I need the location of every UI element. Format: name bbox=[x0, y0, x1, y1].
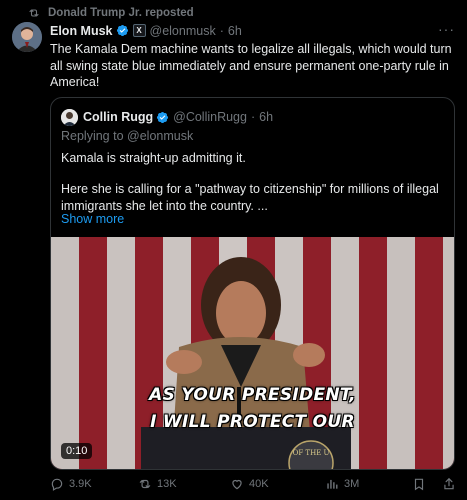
video-frame: OF THE U bbox=[51, 237, 454, 469]
video-duration-badge: 0:10 bbox=[61, 443, 93, 459]
quote-text-paragraph: Here she is calling for a "pathway to ci… bbox=[61, 182, 439, 213]
affiliate-badge[interactable]: X bbox=[132, 24, 146, 37]
like-button[interactable]: 40K bbox=[230, 476, 269, 492]
separator-dot: · bbox=[250, 110, 256, 124]
video-caption-line-2: I WILL PROTECT OUR bbox=[150, 412, 355, 432]
like-count: 40K bbox=[249, 478, 269, 490]
repost-count: 13K bbox=[157, 478, 177, 490]
reply-button[interactable]: 3.9K bbox=[50, 476, 92, 492]
views-chart-icon bbox=[327, 479, 338, 489]
quote-avatar-image bbox=[61, 108, 78, 126]
verified-badge-icon bbox=[157, 111, 169, 123]
tweet-text: The Kamala Dem machine wants to legalize… bbox=[50, 42, 452, 89]
repost-button[interactable]: 13K bbox=[138, 476, 177, 492]
reply-icon bbox=[51, 478, 63, 491]
bookmark-button[interactable] bbox=[412, 476, 431, 492]
video-caption-line-1: AS YOUR PRESIDENT, bbox=[149, 385, 356, 405]
repost-label: Donald Trump Jr. reposted bbox=[48, 7, 194, 19]
views-button[interactable]: 3M bbox=[325, 476, 359, 492]
quote-header: Collin Rugg @CollinRugg · 6h bbox=[61, 108, 273, 126]
more-options-button[interactable]: ··· bbox=[438, 22, 455, 36]
author-name[interactable]: Elon Musk bbox=[50, 24, 113, 38]
tweet-header: Elon Musk X @elonmusk · 6h bbox=[50, 22, 242, 39]
view-count: 3M bbox=[344, 478, 360, 490]
quote-time[interactable]: 6h bbox=[259, 110, 273, 124]
repost-icon bbox=[139, 479, 151, 489]
quoted-tweet[interactable]: Collin Rugg @CollinRugg · 6h Replying to… bbox=[50, 97, 455, 470]
seal-text: OF THE U bbox=[293, 449, 330, 457]
heart-icon bbox=[232, 479, 242, 490]
tweet-time[interactable]: 6h bbox=[228, 24, 242, 38]
quote-author-handle[interactable]: @CollinRugg bbox=[173, 110, 247, 124]
show-more-link[interactable]: Show more bbox=[61, 212, 124, 226]
quote-text-line: Kamala is straight-up admitting it. bbox=[61, 151, 246, 165]
replying-prefix: Replying to bbox=[61, 129, 124, 143]
author-handle[interactable]: @elonmusk bbox=[150, 24, 216, 38]
separator-dot: · bbox=[219, 23, 224, 38]
share-icon bbox=[444, 477, 454, 490]
action-bar: 3.9K 13K 40K 3M bbox=[50, 476, 460, 492]
repost-indicator[interactable]: Donald Trump Jr. reposted bbox=[28, 5, 194, 21]
replying-to: Replying to @elonmusk bbox=[61, 129, 193, 143]
verified-badge-icon bbox=[116, 24, 128, 37]
quote-avatar[interactable] bbox=[61, 108, 78, 126]
quote-author-name[interactable]: Collin Rugg bbox=[83, 110, 153, 124]
replying-mention[interactable]: @elonmusk bbox=[127, 129, 193, 143]
avatar[interactable] bbox=[12, 22, 42, 52]
repost-icon bbox=[29, 9, 39, 17]
video-player[interactable]: OF THE U AS YOUR PRESIDENT, I WILL PROTE… bbox=[51, 237, 454, 469]
bookmark-icon bbox=[414, 478, 424, 491]
avatar-image bbox=[12, 22, 42, 52]
reply-count: 3.9K bbox=[69, 478, 92, 490]
share-button[interactable] bbox=[442, 476, 461, 492]
